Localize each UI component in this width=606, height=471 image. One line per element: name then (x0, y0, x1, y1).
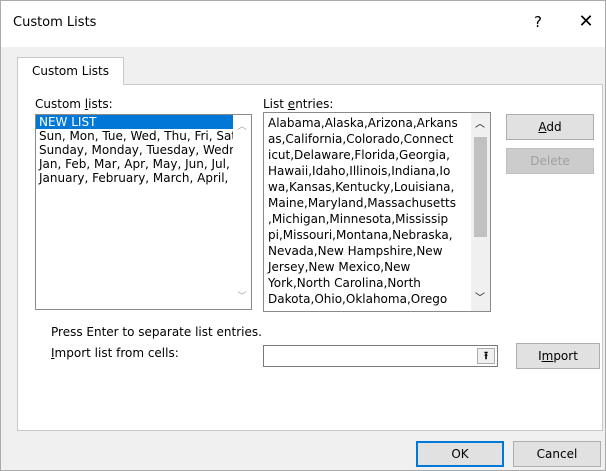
custom-lists-scrollbar[interactable]: ︿ ﹀ (233, 115, 251, 309)
list-entry-line: Maine,Maryland,Massachusetts (268, 196, 456, 210)
import-button[interactable]: Import (516, 343, 600, 369)
collapse-dialog-icon[interactable]: ⭱ (477, 348, 495, 364)
list-entries-textarea[interactable]: Alabama,Alaska,Arizona,Arkans as,Californ… (263, 112, 491, 312)
list-entry-line: icut,Delaware,Florida,Georgia, (268, 148, 450, 162)
custom-lists-listbox[interactable]: NEW LIST Sun, Mon, Tue, Wed, Thu, Fri, Sa… (35, 114, 252, 310)
custom-lists-label: Custom lists: (35, 97, 113, 111)
import-range-label: Import list from cells: (51, 346, 179, 360)
list-entry-line: Jersey,New Mexico,New (268, 260, 411, 274)
list-entry-line: pi,Missouri,Montana,Nebraska, (268, 228, 453, 242)
help-icon[interactable]: ? (526, 11, 550, 35)
title-bar: Custom Lists ? ✕ (1, 1, 605, 47)
list-entry-line: Alabama,Alaska,Arizona,Arkans (268, 116, 458, 130)
scroll-up-icon[interactable]: ︿ (471, 117, 489, 133)
list-entry-line: as,California,Colorado,Connect (268, 132, 454, 146)
import-range-input[interactable]: ⭱ (263, 345, 498, 367)
list-entry-line: York,North Carolina,North (268, 276, 421, 290)
tab-custom-lists[interactable]: Custom Lists (17, 57, 124, 85)
dialog-title: Custom Lists (13, 15, 97, 30)
list-entries-text[interactable]: Alabama,Alaska,Arizona,Arkans as,Californ… (268, 115, 472, 307)
list-item[interactable]: January, February, March, April, May, Ju… (36, 171, 233, 185)
list-entry-line: Hawaii,Idaho,Illinois,Indiana,Io (268, 164, 451, 178)
list-item[interactable]: Jan, Feb, Mar, Apr, May, Jun, Jul, Aug, … (36, 157, 233, 171)
scroll-down-icon[interactable]: ﹀ (471, 291, 489, 307)
list-item[interactable]: Sun, Mon, Tue, Wed, Thu, Fri, Sat (36, 129, 233, 143)
list-entries-label: List entries: (263, 97, 334, 111)
custom-lists-dialog: Custom Lists ? ✕ Custom Lists Custom lis… (0, 0, 606, 471)
delete-button[interactable]: Delete (506, 148, 594, 174)
add-button[interactable]: Add (506, 114, 594, 140)
list-entry-line: wa,Kansas,Kentucky,Louisiana, (268, 180, 455, 194)
help-text: Press Enter to separate list entries. (51, 325, 262, 339)
list-item[interactable]: NEW LIST (36, 115, 233, 129)
list-entry-line: Nevada,New Hampshire,New (268, 244, 443, 258)
close-icon[interactable]: ✕ (571, 11, 601, 35)
cancel-button[interactable]: Cancel (513, 441, 601, 467)
scroll-down-icon[interactable]: ﹀ (233, 289, 251, 305)
scroll-up-icon[interactable]: ︿ (233, 119, 251, 135)
ok-button[interactable]: OK (416, 441, 504, 467)
list-entries-scrollbar[interactable]: ︿ ﹀ (471, 113, 490, 311)
custom-lists-items: NEW LIST Sun, Mon, Tue, Wed, Thu, Fri, Sa… (36, 115, 233, 185)
list-entry-line: ,Michigan,Minnesota,Mississip (268, 212, 449, 226)
list-entry-line: Dakota,Ohio,Oklahoma,Orego (268, 292, 448, 306)
scroll-thumb[interactable] (474, 137, 487, 237)
list-item[interactable]: Sunday, Monday, Tuesday, Wednesday, Thur… (36, 143, 233, 157)
